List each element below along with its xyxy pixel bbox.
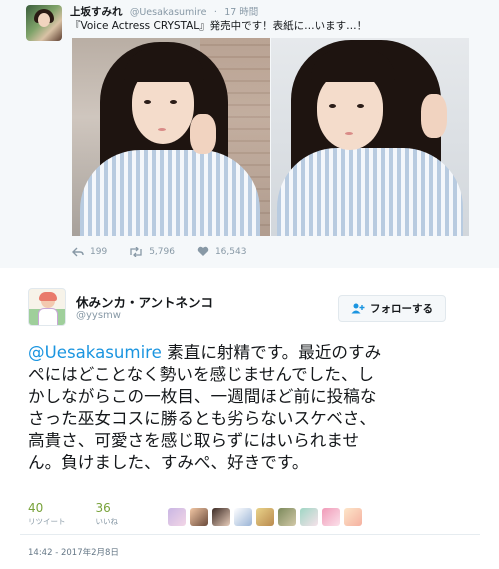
original-tweet: 上坂すみれ @Uesakasumire · 17 時間 『Voice Actre… bbox=[0, 0, 499, 268]
tweet-text-line: かしながらこの一枚目、一週間ほど前に投稿な bbox=[28, 387, 377, 406]
liker-avatar[interactable] bbox=[190, 508, 208, 526]
liker-avatar[interactable] bbox=[256, 508, 274, 526]
liker-avatar[interactable] bbox=[344, 508, 362, 526]
liker-avatar[interactable] bbox=[168, 508, 186, 526]
tweet-text: @Uesakasumire 素直に射精です。最近のすみ ぺにはどことなく勢いを感… bbox=[28, 342, 483, 474]
follow-button[interactable]: フォローする bbox=[338, 295, 446, 322]
follow-button-label: フォローする bbox=[370, 303, 433, 315]
retweet-action[interactable]: 5,796 bbox=[129, 246, 175, 257]
display-name[interactable]: 休みンカ・アントネンコ bbox=[76, 292, 213, 311]
avatar[interactable] bbox=[28, 288, 66, 326]
tweet-text-line: 高貴さ、可愛さを感じ取らずにはいられませ bbox=[28, 431, 360, 450]
like-count: 36 bbox=[95, 501, 111, 515]
tweet-timestamp[interactable]: 14:42 - 2017年2月8日 bbox=[28, 546, 119, 558]
tweet-header: 上坂すみれ @Uesakasumire · 17 時間 bbox=[70, 4, 258, 19]
tweet-text-segment: 素直に射精です。最近のすみ bbox=[161, 343, 382, 362]
avatar[interactable] bbox=[26, 5, 62, 41]
divider bbox=[20, 534, 480, 535]
retweet-count: 40 bbox=[28, 501, 44, 515]
liker-avatar[interactable] bbox=[278, 508, 296, 526]
follow-person-icon bbox=[351, 303, 365, 314]
liker-avatar[interactable] bbox=[212, 508, 230, 526]
handle[interactable]: @yysmw bbox=[76, 310, 121, 321]
tweet-actions: 199 5,796 16,543 bbox=[72, 246, 268, 257]
reply-action[interactable]: 199 bbox=[72, 247, 107, 257]
tweet-photo-2[interactable] bbox=[271, 38, 469, 236]
tweet-photo-1[interactable] bbox=[72, 38, 270, 236]
separator-dot: · bbox=[213, 7, 217, 18]
handle[interactable]: @Uesakasumire bbox=[130, 7, 207, 18]
retweet-stat[interactable]: 40 リツイート bbox=[28, 501, 66, 527]
retweet-icon bbox=[130, 246, 142, 257]
like-action[interactable]: 16,543 bbox=[197, 246, 247, 257]
tweet-time[interactable]: 17 時間 bbox=[224, 7, 258, 18]
tweet-text-line: @Uesakasumire 素直に射精です。最近のすみ bbox=[28, 342, 483, 364]
tweet-text-line: ん。負けました、すみぺ、好きです。 bbox=[28, 453, 309, 472]
reply-tweet: 休みンカ・アントネンコ @yysmw フォローする @Uesakasumire … bbox=[0, 268, 499, 569]
reply-count: 199 bbox=[90, 246, 108, 257]
tweet-stats: 40 リツイート 36 いいね bbox=[28, 501, 148, 527]
liker-avatars bbox=[168, 508, 366, 526]
retweet-label: リツイート bbox=[28, 517, 66, 526]
tweet-text-line: ぺにはどことなく勢いを感じませんでした、し bbox=[28, 365, 375, 384]
display-name[interactable]: 上坂すみれ bbox=[70, 6, 123, 18]
tweet-text: 『Voice Actress CRYSTAL』発売中です！表紙に…います…！ bbox=[70, 20, 368, 32]
mention-link[interactable]: @Uesakasumire bbox=[28, 343, 162, 362]
tweet-text-line: さった巫女コスに勝るとも劣らないスケベさ、 bbox=[28, 409, 376, 428]
like-stat[interactable]: 36 いいね bbox=[96, 501, 119, 527]
heart-icon bbox=[197, 246, 209, 256]
retweet-count: 5,796 bbox=[149, 246, 175, 257]
liker-avatar[interactable] bbox=[234, 508, 252, 526]
liker-avatar[interactable] bbox=[322, 508, 340, 526]
reply-icon bbox=[72, 247, 84, 256]
like-count: 16,543 bbox=[214, 246, 247, 257]
like-label: いいね bbox=[95, 517, 119, 526]
liker-avatar[interactable] bbox=[300, 508, 318, 526]
